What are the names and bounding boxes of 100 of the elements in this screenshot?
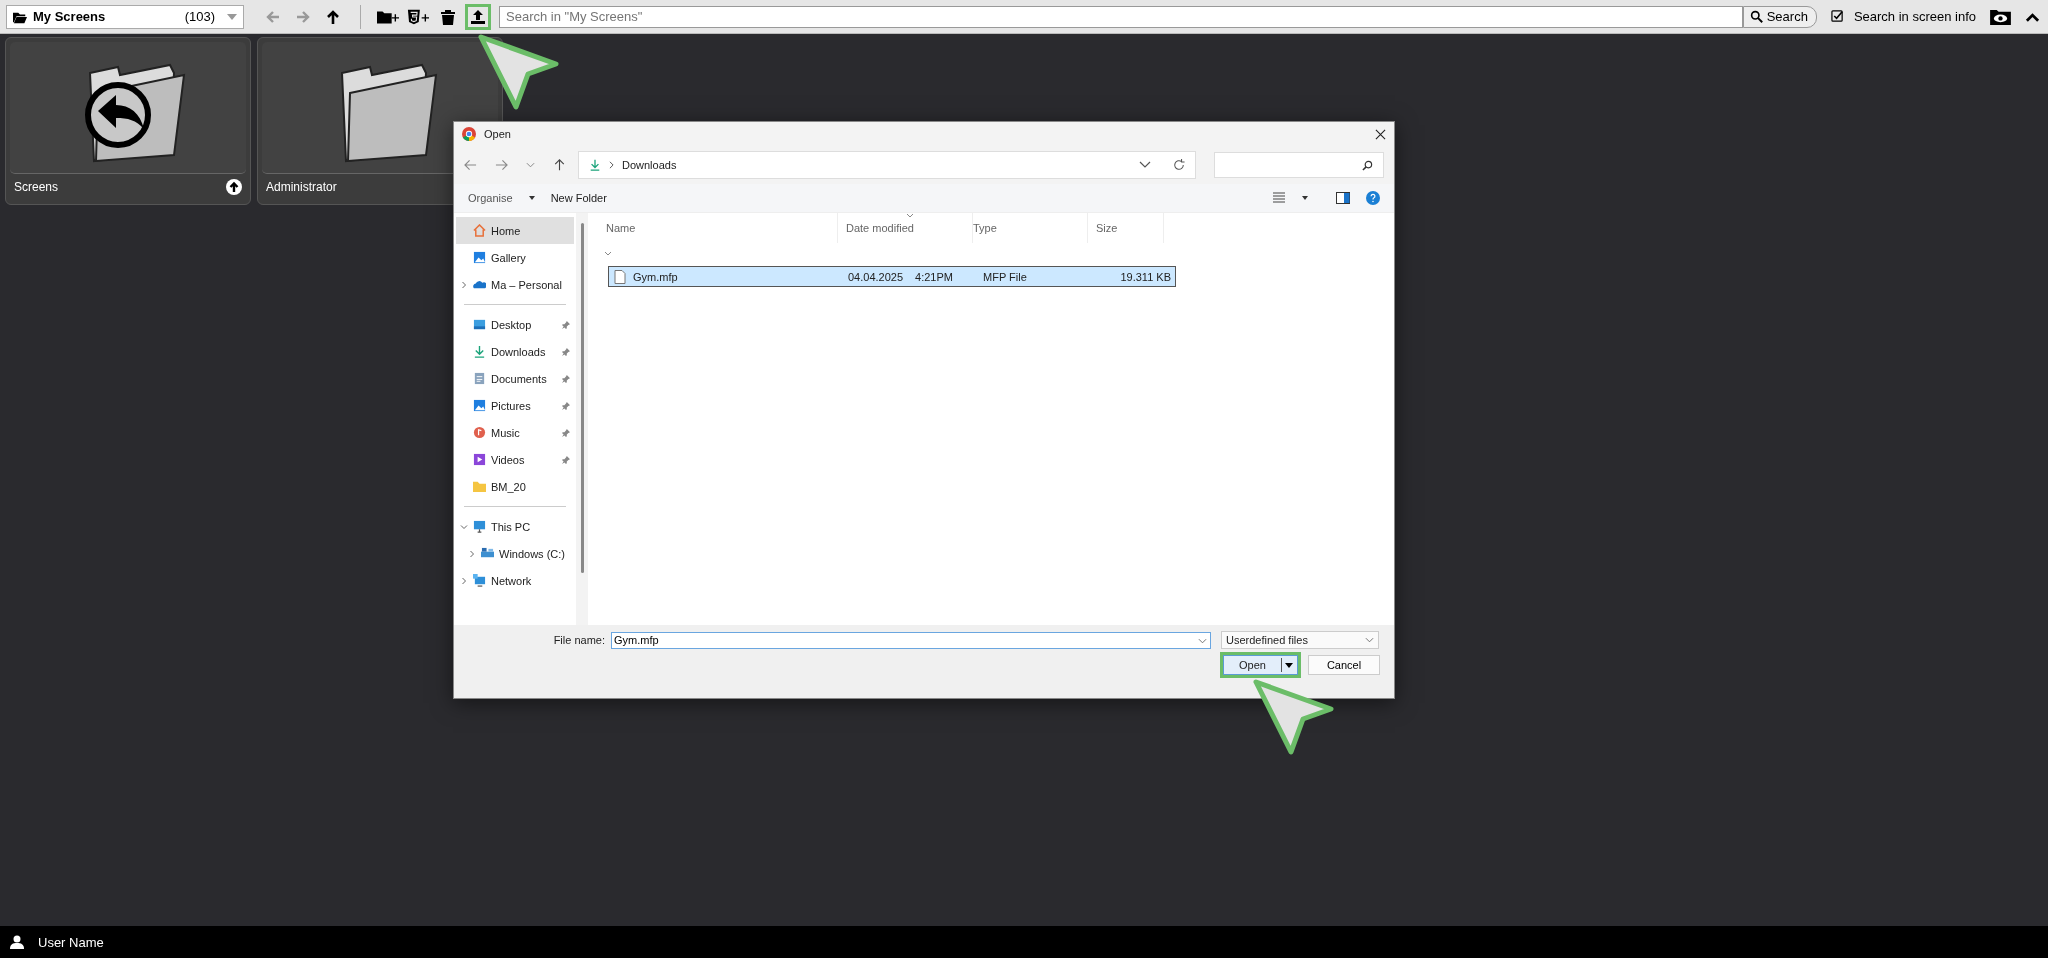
eye-folder-icon[interactable]	[1990, 8, 2011, 25]
sidebar-label: Ma – Personal	[491, 278, 563, 291]
network-icon	[473, 574, 486, 587]
drive-icon	[481, 547, 494, 560]
file-size: 19.311 KB	[1119, 270, 1172, 283]
cancel-button[interactable]: Cancel	[1308, 655, 1380, 675]
sidebar-label: Pictures	[491, 399, 532, 412]
sort-chevron-icon	[906, 213, 914, 218]
sidebar-item[interactable]: Downloads	[456, 338, 574, 365]
sidebar-item[interactable]: Windows (C:)	[456, 540, 574, 567]
file-type-dropdown[interactable]: Userdefined files	[1221, 631, 1379, 649]
search-button[interactable]: Search	[1742, 5, 1817, 28]
column-header[interactable]: Date modified	[838, 213, 973, 243]
close-icon[interactable]	[1375, 128, 1386, 140]
sidebar-item[interactable]: Home	[456, 217, 574, 244]
gallery-icon	[473, 399, 486, 412]
sidebar-item[interactable]: Documents	[456, 365, 574, 392]
browser-logo-icon	[462, 127, 476, 141]
new-folder-button[interactable]: New Folder	[550, 192, 607, 204]
sidebar-label: Downloads	[491, 345, 547, 358]
sidebar-label: BM_20	[491, 480, 527, 493]
column-header[interactable]: Type	[973, 213, 1088, 243]
sidebar-label: This PC	[491, 520, 532, 533]
folder-name: My Screens	[33, 9, 107, 24]
collapse-icon[interactable]	[2025, 11, 2040, 22]
sidebar-item[interactable]: Music	[456, 419, 574, 446]
sidebar-item[interactable]: Pictures	[456, 392, 574, 419]
sidebar-item[interactable]: Ma – Personal	[456, 271, 574, 298]
sidebar-label: Desktop	[491, 318, 533, 331]
file-type: MFP File	[983, 270, 1028, 283]
column-header[interactable]: Size	[1088, 213, 1164, 243]
upload-icon	[470, 8, 486, 25]
trash-icon	[440, 8, 456, 25]
sidebar-item[interactable]: Videos	[456, 446, 574, 473]
sidebar-item[interactable]: Gallery	[456, 244, 574, 271]
address-bar[interactable]: Downloads	[578, 151, 1196, 179]
chevron-down-icon	[1365, 637, 1374, 643]
column-header[interactable]: Name	[598, 213, 838, 243]
pc-icon	[473, 520, 486, 533]
checkbox-label: Search in screen info	[1853, 9, 1976, 24]
folder-label: Administrator	[266, 180, 337, 194]
search-field[interactable]: Search in "My Screens"	[499, 5, 1743, 28]
sidebar-label: Network	[491, 574, 533, 587]
sidebar-item[interactable]: This PC	[456, 513, 574, 540]
file-name: Gym.mfp	[633, 270, 678, 283]
gallery-icon	[473, 251, 486, 264]
search-icon	[1362, 159, 1373, 171]
chevron-down-icon[interactable]	[604, 251, 612, 256]
scrollbar-thumb[interactable]	[580, 223, 584, 573]
sidebar-label: Gallery	[491, 251, 527, 264]
help-icon[interactable]	[1366, 191, 1380, 205]
preview-pane-icon[interactable]	[1336, 191, 1350, 205]
download-icon	[473, 345, 486, 358]
file-icon	[613, 269, 627, 284]
up-arrow-icon[interactable]	[553, 159, 566, 171]
html5-plus-icon	[407, 8, 429, 25]
sidebar-item[interactable]: Desktop	[456, 311, 574, 338]
folder-icon	[473, 480, 486, 493]
caret-icon	[1285, 662, 1293, 668]
folder-tile[interactable]: Screens	[5, 37, 251, 205]
refresh-icon[interactable]	[1173, 159, 1185, 171]
file-time: 4:21PM	[915, 270, 953, 283]
download-icon	[589, 159, 601, 171]
desktop-icon	[473, 318, 486, 331]
checkbox[interactable]	[1830, 10, 1844, 23]
file-name-label: File name:	[552, 634, 605, 646]
user-icon	[10, 935, 24, 949]
caret-icon	[227, 13, 237, 20]
folder-dropdown[interactable]: My Screens (103)	[6, 4, 244, 29]
sidebar-label: Windows (C:)	[499, 547, 566, 560]
back-arrow-icon[interactable]	[464, 159, 477, 171]
left-arrow-icon	[265, 8, 281, 25]
upload-button[interactable]	[465, 3, 491, 30]
sidebar-label: Home	[491, 224, 522, 237]
music-icon	[473, 426, 486, 439]
videos-icon	[473, 453, 486, 466]
forward-arrow-icon[interactable]	[495, 159, 508, 171]
sidebar-label: Videos	[491, 453, 526, 466]
path-segment[interactable]: Downloads	[622, 159, 677, 171]
sidebar-item[interactable]: BM_20	[456, 473, 574, 500]
open-split-button[interactable]: Open	[1223, 655, 1298, 675]
chevron-right-icon[interactable]	[468, 549, 476, 558]
sidebar-label: Music	[491, 426, 521, 439]
up-arrow-icon	[325, 8, 341, 25]
documents-icon	[473, 372, 486, 385]
up-arrow-circle-icon[interactable]	[226, 179, 242, 195]
chevron-right-icon[interactable]	[460, 280, 468, 289]
caret-icon	[1302, 196, 1308, 200]
caret-icon	[528, 196, 535, 200]
file-row[interactable]: Gym.mfp 04.04.2025 4:21PM MFP File 19.311 KB	[608, 266, 1176, 287]
file-name-field[interactable]: Gym.mfp	[611, 631, 1211, 649]
cloud-icon	[473, 278, 486, 291]
home-icon	[473, 224, 486, 237]
breadcrumb-chevron-icon	[609, 161, 614, 169]
sidebar-label: Documents	[491, 372, 548, 385]
list-view-icon[interactable]	[1272, 191, 1286, 205]
chevron-right-icon[interactable]	[460, 576, 468, 585]
screen-count: (103)	[184, 9, 215, 24]
file-date: 04.04.2025	[848, 270, 904, 283]
sidebar-item[interactable]: Network	[456, 567, 574, 594]
